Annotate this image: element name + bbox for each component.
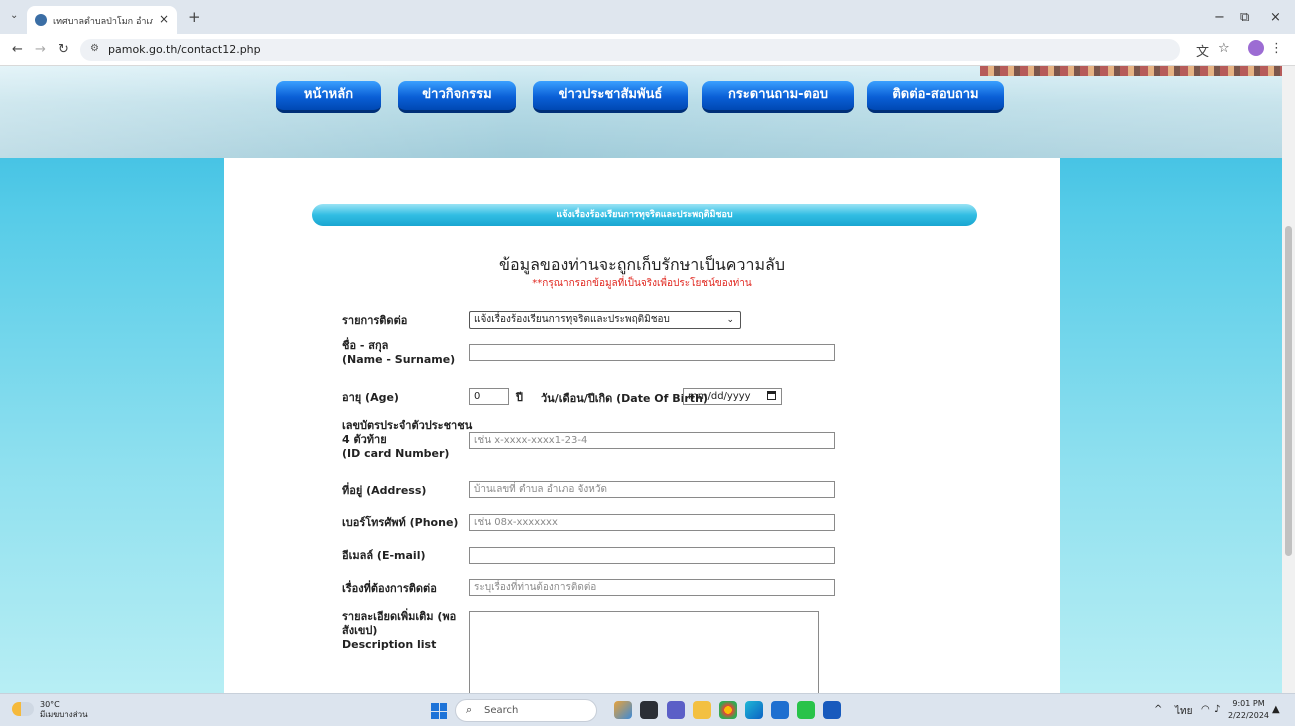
new-tab-button[interactable]: +	[188, 8, 201, 26]
contact-type-label: รายการติดต่อ	[342, 314, 408, 327]
menu-contact-button[interactable]: ติดต่อ-สอบถาม	[867, 81, 1004, 113]
page-viewport: หน้าหลัก ข่าวกิจกรรม ข่าวประชาสัมพันธ์ ก…	[0, 66, 1282, 693]
reload-icon[interactable]: ↻	[58, 42, 69, 57]
truthful-info-note: **กรุณากรอกข้อมูลที่เป็นจริงเพื่อประโยชน…	[532, 278, 752, 289]
subject-input[interactable]	[469, 579, 835, 596]
bookmark-star-icon[interactable]: ☆	[1218, 41, 1230, 56]
tab-close-icon[interactable]: ×	[159, 12, 169, 26]
url-text: pamok.go.th/contact12.php	[108, 43, 261, 56]
tab-search-chevron-icon[interactable]: ⌄	[10, 10, 18, 21]
copilot-app-icon[interactable]	[614, 701, 632, 719]
phone-input[interactable]	[469, 514, 835, 531]
banner-boats-image	[980, 66, 1282, 76]
calendar-icon[interactable]	[767, 391, 776, 400]
back-icon[interactable]: ←	[12, 42, 23, 57]
search-label: Search	[484, 705, 519, 716]
clock-time: 9:01 PM	[1232, 699, 1265, 708]
id-card-label-line3: (ID card Number)	[342, 447, 450, 460]
edge-app-icon[interactable]	[745, 701, 763, 719]
email-label: อีเมลล์ (E-mail)	[342, 549, 426, 562]
clock-date: 2/22/2024	[1228, 711, 1270, 720]
profile-avatar[interactable]	[1248, 40, 1264, 56]
translate-icon[interactable]: 文	[1196, 41, 1209, 60]
tray-chevron-up-icon[interactable]: ^	[1154, 704, 1162, 715]
dob-placeholder: mm/dd/yyyy	[688, 391, 751, 402]
age-unit: ปี	[516, 391, 523, 404]
subject-label: เรื่องที่ต้องการติดต่อ	[342, 582, 437, 595]
task-view-icon[interactable]	[640, 701, 658, 719]
scrollbar-thumb[interactable]	[1285, 226, 1292, 556]
weather-icon[interactable]	[12, 702, 34, 716]
temperature: 30°C	[40, 700, 60, 709]
menu-activities-button[interactable]: ข่าวกิจกรรม	[398, 81, 516, 113]
section-title-bar: แจ้งเรื่องร้องเรียนการทุจริตและประพฤติมิ…	[312, 204, 977, 226]
name-label: ชื่อ - สกุล (Name - Surname)	[342, 339, 455, 367]
id-card-label: เลขบัตรประจำตัวประชาชน 4 ตัวท้าย (ID car…	[342, 419, 472, 461]
site-info-icon[interactable]: ⚙	[90, 43, 99, 54]
id-card-input[interactable]	[469, 432, 835, 449]
notification-bell-icon[interactable]: ▲	[1272, 704, 1280, 715]
word-app-icon[interactable]	[823, 701, 841, 719]
start-button[interactable]	[431, 703, 447, 719]
id-card-label-line2: 4 ตัวท้าย	[342, 433, 387, 446]
taskbar-clock[interactable]: 9:01 PM 2/22/2024	[1228, 698, 1269, 722]
age-input[interactable]	[469, 388, 509, 405]
forward-icon[interactable]: →	[35, 42, 46, 57]
taskbar-search[interactable]: ⌕ Search	[455, 699, 597, 722]
details-label-line2: สังเขป)	[342, 624, 378, 637]
search-icon: ⌕	[466, 703, 473, 716]
restore-button[interactable]: ⧉	[1240, 10, 1249, 25]
url-field[interactable]: ⚙ pamok.go.th/contact12.php	[80, 39, 1180, 61]
address-bar-row: ← → ↻ ⚙ pamok.go.th/contact12.php 文 ☆ ⋮	[0, 34, 1295, 66]
chrome-app-icon[interactable]	[719, 701, 737, 719]
contact-type-value: แจ้งเรื่องร้องเรียนการทุจริตและประพฤติมิ…	[474, 314, 670, 325]
menu-home-button[interactable]: หน้าหลัก	[276, 81, 381, 113]
details-textarea[interactable]	[469, 611, 819, 693]
contact-type-select[interactable]: แจ้งเรื่องร้องเรียนการทุจริตและประพฤติมิ…	[469, 311, 741, 329]
input-language[interactable]: ไทย	[1175, 704, 1192, 719]
site-favicon-icon	[35, 14, 47, 26]
details-label-line1: รายละเอียดเพิ่มเติม (พอ	[342, 610, 457, 623]
id-card-label-line1: เลขบัตรประจำตัวประชาชน	[342, 419, 473, 432]
teams-app-icon[interactable]	[667, 701, 685, 719]
close-window-button[interactable]: ×	[1270, 10, 1281, 25]
menu-news-button[interactable]: ข่าวประชาสัมพันธ์	[533, 81, 688, 113]
name-label-en: (Name - Surname)	[342, 353, 456, 366]
name-input[interactable]	[469, 344, 835, 361]
address-label: ที่อยู่ (Address)	[342, 484, 427, 497]
wifi-icon[interactable]: ◠	[1201, 704, 1210, 715]
tab-title: เทศบาลตำบลป่าโมก อำเภอป่าโมก จั	[53, 17, 153, 27]
weather-widget[interactable]: 30°C มีเมฆบางส่วน	[40, 700, 88, 720]
minimize-button[interactable]: −	[1214, 10, 1225, 25]
file-explorer-icon[interactable]	[693, 701, 711, 719]
browser-tab[interactable]: เทศบาลตำบลป่าโมก อำเภอป่าโมก จั ×	[27, 6, 177, 34]
details-label-line3: Description list	[342, 638, 437, 651]
line-app-icon[interactable]	[797, 701, 815, 719]
dob-date-input[interactable]: mm/dd/yyyy	[683, 388, 782, 405]
weather-condition: มีเมฆบางส่วน	[40, 710, 88, 719]
windows-taskbar: 30°C มีเมฆบางส่วน ⌕ Search ^ ไทย ◠ ♪ 9:0…	[0, 693, 1295, 726]
contact-form-panel: แจ้งเรื่องร้องเรียนการทุจริตและประพฤติมิ…	[224, 158, 1060, 693]
page-scrollbar[interactable]	[1282, 66, 1295, 693]
browser-tab-bar: ⌄ เทศบาลตำบลป่าโมก อำเภอป่าโมก จั × + − …	[0, 0, 1295, 34]
store-app-icon[interactable]	[771, 701, 789, 719]
confidential-headline: ข้อมูลของท่านจะถูกเก็บรักษาเป็นความลับ	[499, 255, 785, 274]
details-label: รายละเอียดเพิ่มเติม (พอ สังเขป) Descript…	[342, 610, 456, 652]
age-label: อายุ (Age)	[342, 391, 399, 404]
name-label-th: ชื่อ - สกุล	[342, 339, 389, 352]
address-input[interactable]	[469, 481, 835, 498]
chevron-down-icon: ⌄	[726, 315, 734, 325]
volume-icon[interactable]: ♪	[1214, 704, 1220, 715]
phone-label: เบอร์โทรศัพท์ (Phone)	[342, 516, 459, 529]
menu-qa-button[interactable]: กระดานถาม-ตอบ	[702, 81, 854, 113]
email-input[interactable]	[469, 547, 835, 564]
more-menu-icon[interactable]: ⋮	[1270, 41, 1283, 56]
